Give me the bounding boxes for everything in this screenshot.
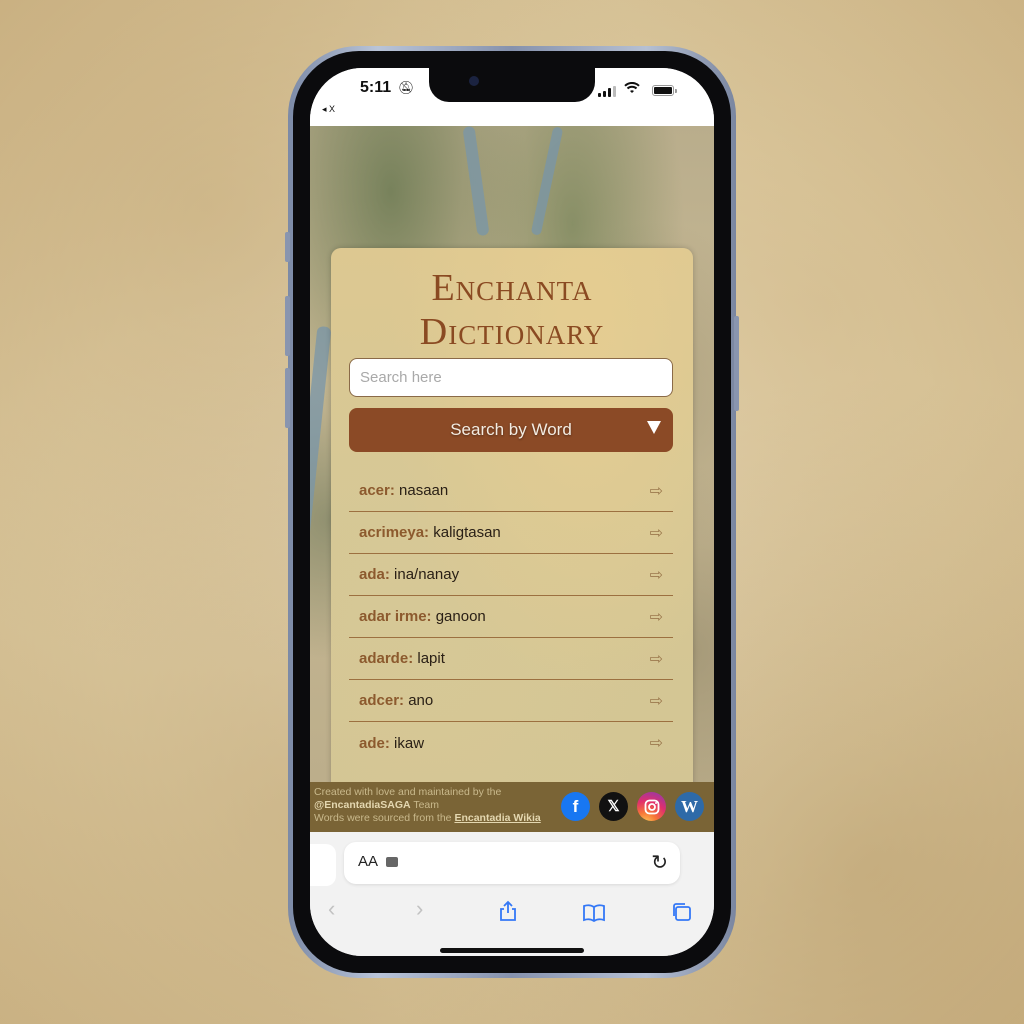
tabs-icon[interactable] — [670, 902, 692, 928]
word-term: adcer: — [359, 692, 405, 709]
reload-icon[interactable]: ↻ — [651, 850, 668, 875]
title-line-2: Dictionary — [419, 311, 605, 353]
previous-tab[interactable] — [310, 844, 336, 886]
facebook-icon[interactable]: f — [561, 792, 590, 821]
x-icon[interactable]: 𝕏 — [599, 792, 628, 821]
bell-slash-icon: 🔕︎ — [398, 80, 415, 95]
word-term: ada: — [359, 566, 390, 583]
list-item[interactable]: ade: ikaw ⇨ — [349, 722, 673, 764]
arrow-right-icon[interactable]: ⇨ — [650, 691, 663, 711]
dictionary-card: Enchanta Dictionary Search by Word acer:… — [331, 248, 693, 798]
word-list: acer: nasaan ⇨ acrimeya: kaligtasan ⇨ ad… — [349, 470, 673, 764]
word-definition: lapit — [417, 650, 445, 667]
word-term: acrimeya: — [359, 524, 430, 541]
wifi-icon — [624, 81, 640, 97]
list-item[interactable]: adar irme: ganoon ⇨ — [349, 596, 673, 638]
list-item[interactable]: adcer: ano ⇨ — [349, 680, 673, 722]
arrow-right-icon[interactable]: ⇨ — [650, 649, 663, 669]
word-definition: ganoon — [435, 608, 486, 625]
list-item[interactable]: acer: nasaan ⇨ — [349, 470, 673, 512]
home-indicator[interactable] — [440, 948, 584, 953]
forward-icon[interactable]: › — [416, 896, 423, 922]
map-river — [462, 125, 490, 237]
camera-icon — [469, 76, 479, 86]
word-term: ade: — [359, 734, 390, 752]
map-river — [310, 325, 332, 547]
arrow-right-icon[interactable]: ⇨ — [650, 523, 663, 543]
list-item[interactable]: ada: ina/nanay ⇨ — [349, 554, 673, 596]
title-line-1: Enchanta — [431, 267, 593, 309]
team-suffix: Team — [410, 799, 439, 811]
reader-options-button[interactable]: AA — [358, 853, 378, 870]
word-term: adar irme: — [359, 608, 432, 625]
word-definition: ano — [408, 692, 434, 709]
phone-frame: 5:11 🔕︎ ◂ X Enchanta Dictionary Search h… — [285, 46, 739, 978]
site-footer: Created with love and maintained by the … — [310, 782, 714, 832]
list-item[interactable]: adarde: lapit ⇨ — [349, 638, 673, 680]
screen: 5:11 🔕︎ ◂ X Enchanta Dictionary Search h… — [310, 68, 714, 956]
search-input[interactable] — [349, 358, 673, 397]
dynamic-notch — [429, 68, 595, 102]
arrow-right-icon[interactable]: ⇨ — [650, 481, 663, 501]
caret-down-icon — [647, 421, 661, 434]
page-title: Enchanta Dictionary — [331, 266, 693, 354]
word-term: acer: — [359, 482, 395, 499]
power-button — [734, 316, 739, 411]
back-to-app-link[interactable]: ◂ X — [322, 104, 335, 115]
word-definition: ikaw — [394, 734, 425, 752]
clock: 5:11 — [360, 79, 392, 96]
address-bar[interactable]: AA ↻ — [344, 842, 680, 884]
source-prefix: Words were sourced from the — [314, 812, 455, 824]
extension-icon[interactable] — [386, 857, 398, 867]
search-mode-label: Search by Word — [450, 420, 572, 439]
instagram-icon[interactable] — [637, 792, 666, 821]
search-mode-select[interactable]: Search by Word — [349, 408, 673, 452]
word-definition: kaligtasan — [433, 524, 501, 541]
volume-up-button — [285, 296, 290, 356]
wiki-link[interactable]: Encantadia Wikia — [454, 812, 540, 824]
word-definition: nasaan — [399, 482, 449, 499]
volume-down-button — [285, 368, 290, 428]
battery-icon — [652, 85, 677, 96]
mute-switch — [285, 232, 290, 262]
word-term: adarde: — [359, 650, 414, 667]
wordpress-icon[interactable]: W — [675, 792, 704, 821]
back-icon[interactable]: ‹ — [328, 896, 335, 922]
safari-toolbar: AA ↻ ‹ › — [310, 832, 714, 956]
arrow-right-icon[interactable]: ⇨ — [650, 607, 663, 627]
share-icon[interactable] — [498, 900, 518, 928]
social-links: f 𝕏 W — [561, 792, 704, 821]
bookmarks-icon[interactable] — [582, 902, 606, 928]
map-river — [530, 126, 564, 236]
arrow-right-icon[interactable]: ⇨ — [650, 733, 663, 753]
arrow-right-icon[interactable]: ⇨ — [650, 565, 663, 585]
team-handle: @EncantadiaSAGA — [314, 799, 411, 811]
word-definition: ina/nanay — [394, 566, 460, 583]
list-item[interactable]: acrimeya: kaligtasan ⇨ — [349, 512, 673, 554]
cellular-signal-icon — [598, 86, 616, 97]
